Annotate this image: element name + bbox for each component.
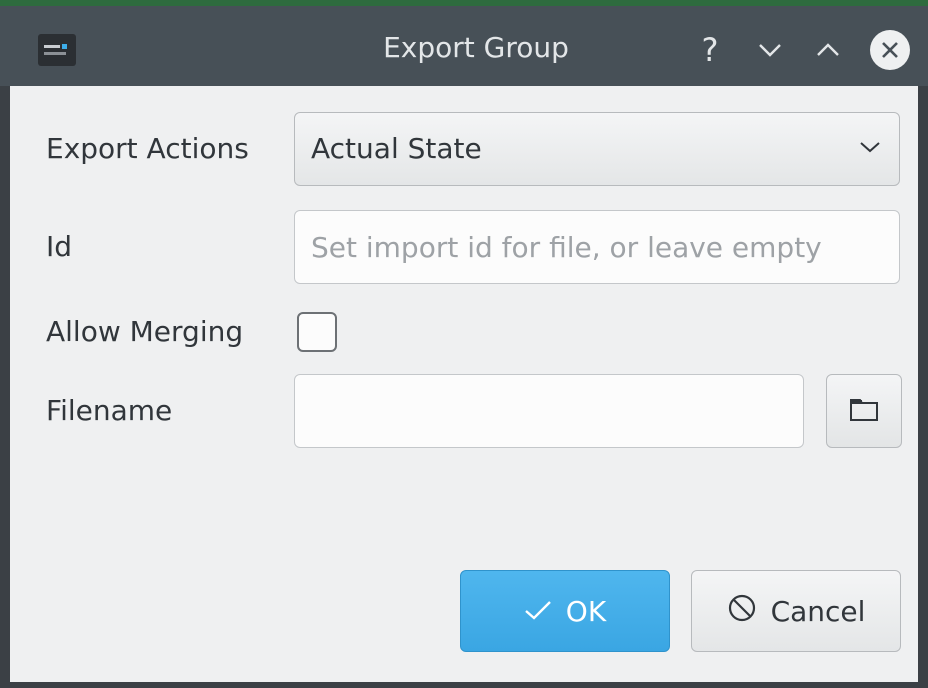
- cancel-button[interactable]: Cancel: [691, 570, 901, 652]
- ok-button[interactable]: OK: [460, 570, 670, 652]
- ok-label: OK: [565, 594, 607, 628]
- allow-merging-label: Allow Merging: [46, 315, 244, 348]
- dialog-content: Export Actions Actual State Id Allow Mer…: [10, 86, 918, 682]
- title-bar[interactable]: Export Group ?: [0, 0, 928, 86]
- browse-file-button[interactable]: [826, 374, 902, 448]
- export-actions-label: Export Actions: [46, 132, 249, 165]
- maximize-icon[interactable]: [810, 30, 846, 70]
- cancel-icon: [727, 593, 757, 630]
- allow-merging-checkbox[interactable]: [297, 312, 337, 352]
- check-icon: [524, 595, 552, 628]
- filename-input[interactable]: [294, 374, 804, 448]
- app-icon[interactable]: [38, 34, 76, 66]
- export-actions-selected: Actual State: [311, 132, 482, 165]
- close-icon[interactable]: [870, 30, 910, 70]
- window-title: Export Group: [383, 31, 569, 64]
- help-icon[interactable]: ?: [692, 30, 728, 70]
- export-group-dialog: Export Group ? Export Actions Actual Sta…: [0, 0, 928, 688]
- id-label: Id: [46, 230, 73, 263]
- export-actions-select[interactable]: Actual State: [294, 112, 900, 186]
- filename-label: Filename: [46, 394, 173, 427]
- id-input[interactable]: [294, 210, 900, 284]
- minimize-icon[interactable]: [752, 30, 788, 70]
- cancel-label: Cancel: [770, 594, 866, 628]
- folder-icon: [849, 396, 879, 426]
- chevron-down-icon: [859, 139, 881, 158]
